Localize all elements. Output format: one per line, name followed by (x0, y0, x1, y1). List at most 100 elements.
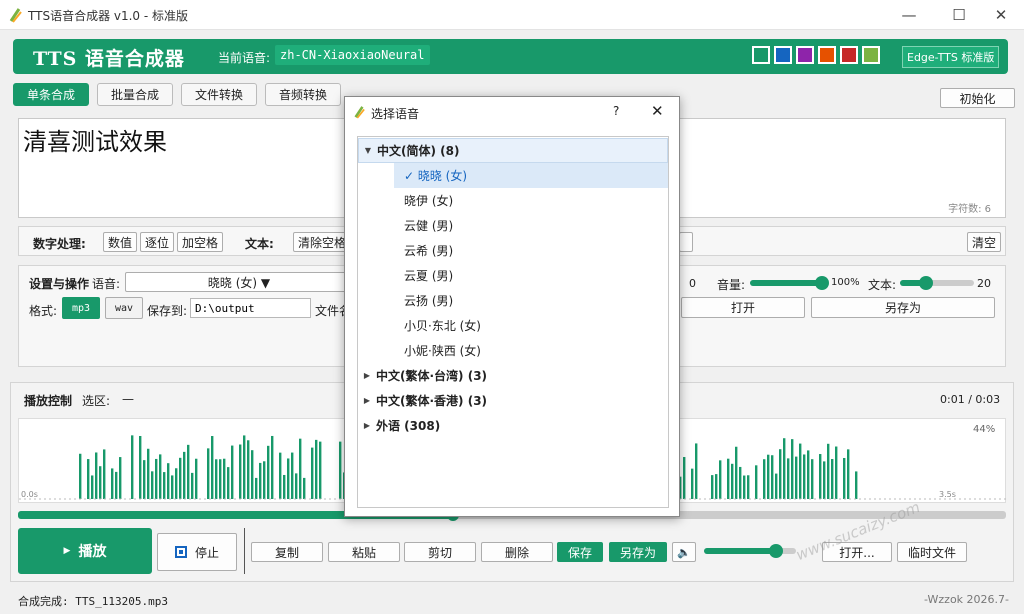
waveform-bar (119, 457, 122, 499)
voice-item[interactable]: 云扬 (男) (358, 288, 668, 313)
help-icon[interactable]: ? (613, 104, 619, 118)
volume-value: 100% (831, 277, 860, 288)
volume-slider-knob[interactable] (814, 276, 829, 290)
waveform-bar (823, 461, 826, 499)
tab-audio-convert[interactable]: 音频转换 (265, 83, 341, 106)
dialog-logo-icon (354, 106, 365, 119)
paste-button[interactable]: 粘贴 (328, 542, 400, 562)
app-logo-icon (9, 8, 22, 23)
chevron-right-icon[interactable]: ▶ (358, 421, 376, 430)
waveform-bar (791, 439, 794, 499)
stop-label: 停止 (194, 545, 219, 560)
minimize-icon[interactable]: — (886, 0, 932, 30)
tab-label: 批量合成 (110, 88, 159, 102)
save-audio-button[interactable]: 保存 (557, 542, 603, 562)
theme-swatch[interactable] (752, 46, 770, 64)
copy-button[interactable]: 复制 (251, 542, 323, 562)
open-folder-button[interactable]: 打开 (681, 297, 805, 318)
voice-item[interactable]: ✓ 晓晓 (女) (394, 163, 668, 188)
playback-volume-knob[interactable] (768, 544, 783, 558)
voice-item[interactable]: 云夏 (男) (358, 263, 668, 288)
waveform-bar (843, 457, 846, 499)
text-size-slider-knob[interactable] (918, 276, 933, 290)
waveform-bar (79, 453, 82, 499)
voice-select[interactable]: 晓晓 (女) ▼ (125, 272, 353, 292)
edition-badge: Edge-TTS 标准版 (902, 46, 1000, 68)
speaker-icon[interactable]: 🔈 (672, 542, 696, 562)
numeric-button[interactable]: 数值 (103, 232, 137, 252)
waveform-bar (819, 454, 822, 499)
voice-item[interactable]: 小贝·东北 (女) (358, 313, 668, 338)
save-audio-as-button[interactable]: 另存为 (609, 542, 667, 562)
theme-swatch[interactable] (774, 46, 792, 64)
save-as-button[interactable]: 另存为 (811, 297, 995, 318)
dialog-close-icon[interactable]: ✕ (651, 102, 664, 120)
char-count: 字符数: 6 (948, 204, 991, 215)
waveform-bar (211, 436, 214, 499)
dialog-title: 选择语音 (371, 107, 420, 121)
stop-button[interactable]: 停止 (157, 533, 237, 571)
clear-button[interactable]: 清空 (967, 232, 1001, 252)
waveform-bar (775, 473, 778, 499)
add-space-button[interactable]: 加空格 (177, 232, 223, 252)
waveform-bar (799, 443, 802, 499)
volume-label: 音量: (717, 278, 746, 292)
text-label: 文本: (245, 237, 274, 251)
theme-swatch[interactable] (818, 46, 836, 64)
voice-item[interactable]: 小妮·陕西 (女) (358, 338, 668, 363)
tab-label: 文件转换 (194, 88, 243, 102)
editor-text[interactable]: 清喜测试效果 (23, 122, 167, 157)
voice-group[interactable]: ▶ 外语 (308) (358, 413, 668, 438)
voice-group[interactable]: ▶ 中文(繁体·香港) (3) (358, 388, 668, 413)
current-voice-label: 当前语音: (218, 51, 271, 65)
temp-file-button[interactable]: 临时文件 (897, 542, 967, 562)
tab-batch[interactable]: 批量合成 (97, 83, 173, 106)
hidden-button[interactable] (679, 232, 693, 252)
waveform-bar (171, 475, 174, 499)
format-mp3-button[interactable]: mp3 (62, 297, 100, 319)
init-button[interactable]: 初始化 (940, 88, 1015, 108)
voice-group-label: 中文(繁体·台湾) (3) (376, 369, 488, 383)
waveform-bar (111, 468, 114, 499)
waveform-bar (243, 435, 246, 499)
tab-file-convert[interactable]: 文件转换 (181, 83, 257, 106)
waveform-bar (319, 441, 322, 499)
close-icon[interactable]: ✕ (978, 0, 1024, 30)
theme-swatch[interactable] (862, 46, 880, 64)
wave-start-label: 0.0s (21, 490, 38, 499)
voice-tree[interactable]: ▼ 中文(简体) (8) ✓ 晓晓 (女) 晓伊 (女) 云健 (男) 云希 (男) 云夏 … (357, 136, 669, 508)
selection-value: — (122, 392, 134, 406)
tab-single[interactable]: 单条合成 (13, 83, 89, 106)
waveform-bar (219, 459, 222, 499)
chevron-right-icon[interactable]: ▶ (358, 371, 376, 380)
voice-select-dialog: 选择语音 ? ✕ ▼ 中文(简体) (8) ✓ 晓晓 (女) 晓伊 (女) 云健 (男)… (344, 96, 680, 517)
voice-item[interactable]: 云健 (男) (358, 213, 668, 238)
text-size-slider[interactable] (900, 280, 974, 286)
waveform-bar (771, 455, 774, 499)
voice-item[interactable]: 晓伊 (女) (358, 188, 668, 213)
theme-swatch[interactable] (796, 46, 814, 64)
voice-item[interactable]: 云希 (男) (358, 238, 668, 263)
clear-space-button[interactable]: 清除空格 (293, 232, 351, 252)
waveform-bar (215, 459, 218, 499)
waveform-bar (299, 438, 302, 499)
time-display: 0:01 / 0:03 (940, 393, 1001, 406)
voice-group-label: 外语 (308) (376, 419, 441, 433)
delete-button[interactable]: 删除 (481, 542, 553, 562)
cut-button[interactable]: 剪切 (404, 542, 476, 562)
waveform-bar (767, 454, 770, 499)
chevron-down-icon[interactable]: ▼ (359, 146, 377, 155)
format-wav-button[interactable]: wav (105, 297, 143, 319)
brand-label: -Wzzok 2026.7- (924, 593, 1010, 606)
waveform-bar (163, 472, 166, 499)
theme-swatch[interactable] (840, 46, 858, 64)
digit-button[interactable]: 逐位 (140, 232, 174, 252)
playback-volume-fill (704, 548, 776, 554)
play-button[interactable]: ▶ 播放 (18, 528, 152, 574)
chevron-right-icon[interactable]: ▶ (358, 396, 376, 405)
maximize-icon[interactable]: ☐ (936, 0, 982, 30)
save-path-input[interactable] (190, 298, 311, 318)
voice-group[interactable]: ▼ 中文(简体) (8) (358, 138, 668, 163)
waveform-bar (803, 454, 806, 499)
voice-group[interactable]: ▶ 中文(繁体·台湾) (3) (358, 363, 668, 388)
